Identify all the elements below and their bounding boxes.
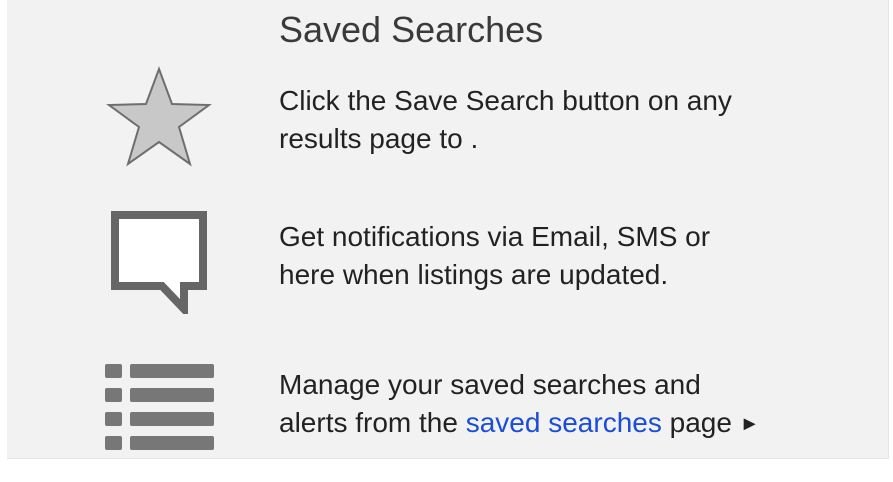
notifications-text-line2: here when listings are updated. [279,259,669,290]
manage-text-suffix: page [669,407,732,438]
save-search-text-line1: Click the Save Search button on any [279,85,732,116]
speech-bubble-icon [110,210,208,314]
panel-title: Saved Searches [279,9,544,50]
notifications-text-line1: Get notifications via Email, SMS or [279,221,711,252]
manage-searches-info: Manage your saved searches and alerts fr… [279,366,760,443]
right-arrow-icon: ► [739,413,760,435]
list-icon [105,364,215,460]
saved-searches-link[interactable]: saved searches [466,407,662,438]
manage-text-line2: alerts from the saved searches page ► [279,404,760,443]
notifications-info: Get notifications via Email, SMS or here… [279,218,710,294]
manage-text-line1: Manage your saved searches and [279,369,701,400]
save-search-text-line2: results page to . [279,123,479,154]
save-search-instructions: Click the Save Search button on any resu… [279,82,732,158]
manage-text-prefix: alerts from the [279,407,458,438]
star-icon [105,66,213,168]
saved-searches-panel: Saved Searches Click the Save Search but… [7,0,889,459]
